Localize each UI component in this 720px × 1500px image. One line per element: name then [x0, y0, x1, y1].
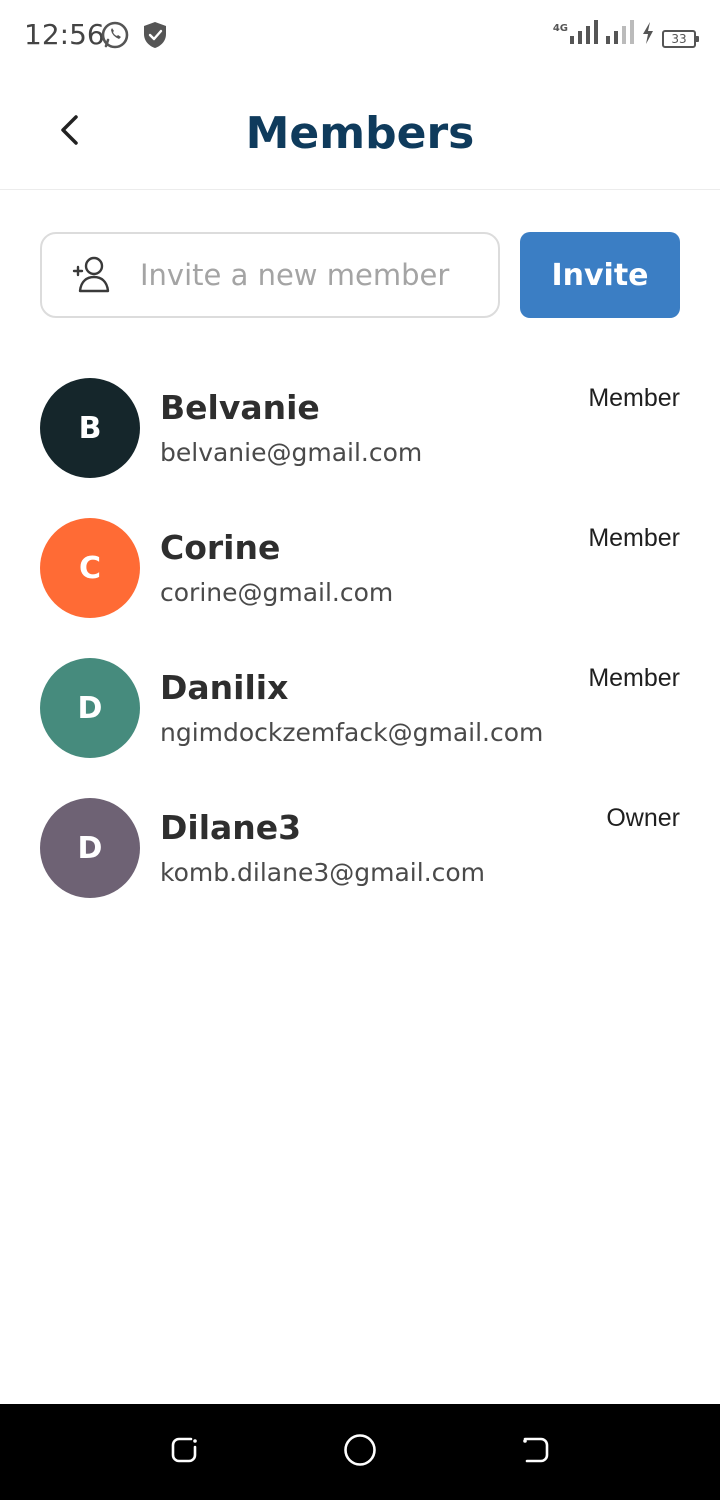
- signal-weak-icon: [606, 20, 636, 48]
- member-email: komb.dilane3@gmail.com: [160, 858, 486, 887]
- home-circle-icon: [343, 1433, 377, 1471]
- invite-button[interactable]: Invite: [520, 232, 680, 318]
- member-name: Dilane3: [160, 808, 302, 847]
- avatar: D: [40, 798, 140, 898]
- member-role[interactable]: Owner: [606, 804, 680, 833]
- member-name: Danilix: [160, 668, 289, 707]
- charging-icon: [642, 22, 654, 48]
- network-type-label: 4G: [552, 23, 568, 34]
- battery-icon: 33: [662, 30, 699, 48]
- back-arrow-icon: [519, 1433, 553, 1471]
- member-row[interactable]: C Corine corine@gmail.com Member: [0, 518, 720, 658]
- member-row[interactable]: B Belvanie belvanie@gmail.com Member: [0, 378, 720, 518]
- app-header: Members: [0, 72, 720, 190]
- page-title: Members: [245, 108, 475, 159]
- status-bar: 12:56 4G 33: [0, 0, 720, 72]
- person-add-icon: [72, 255, 112, 295]
- avatar: C: [40, 518, 140, 618]
- member-email: corine@gmail.com: [160, 578, 394, 607]
- home-button[interactable]: [342, 1434, 378, 1470]
- member-row[interactable]: D Danilix ngimdockzemfack@gmail.com Memb…: [0, 658, 720, 798]
- status-indicators: 4G 33: [552, 20, 699, 48]
- avatar: B: [40, 378, 140, 478]
- member-role[interactable]: Member: [588, 664, 680, 693]
- shield-icon: [142, 20, 168, 54]
- member-email: ngimdockzemfack@gmail.com: [160, 718, 544, 747]
- member-row[interactable]: D Dilane3 komb.dilane3@gmail.com Owner: [0, 798, 720, 938]
- avatar: D: [40, 658, 140, 758]
- members-list: B Belvanie belvanie@gmail.com Member C C…: [0, 378, 720, 938]
- whatsapp-icon: [100, 20, 130, 54]
- signal-icon: [570, 20, 600, 48]
- system-nav-bar: [0, 1404, 720, 1500]
- invite-field[interactable]: [40, 232, 500, 318]
- member-role[interactable]: Member: [588, 384, 680, 413]
- recent-apps-icon: [167, 1433, 201, 1471]
- member-name: Belvanie: [160, 388, 320, 427]
- recent-apps-button[interactable]: [166, 1434, 202, 1470]
- invite-input[interactable]: [140, 258, 480, 292]
- member-email: belvanie@gmail.com: [160, 438, 423, 467]
- member-name: Corine: [160, 528, 281, 567]
- member-role[interactable]: Member: [588, 524, 680, 553]
- status-time: 12:56: [24, 18, 105, 51]
- system-back-button[interactable]: [518, 1434, 554, 1470]
